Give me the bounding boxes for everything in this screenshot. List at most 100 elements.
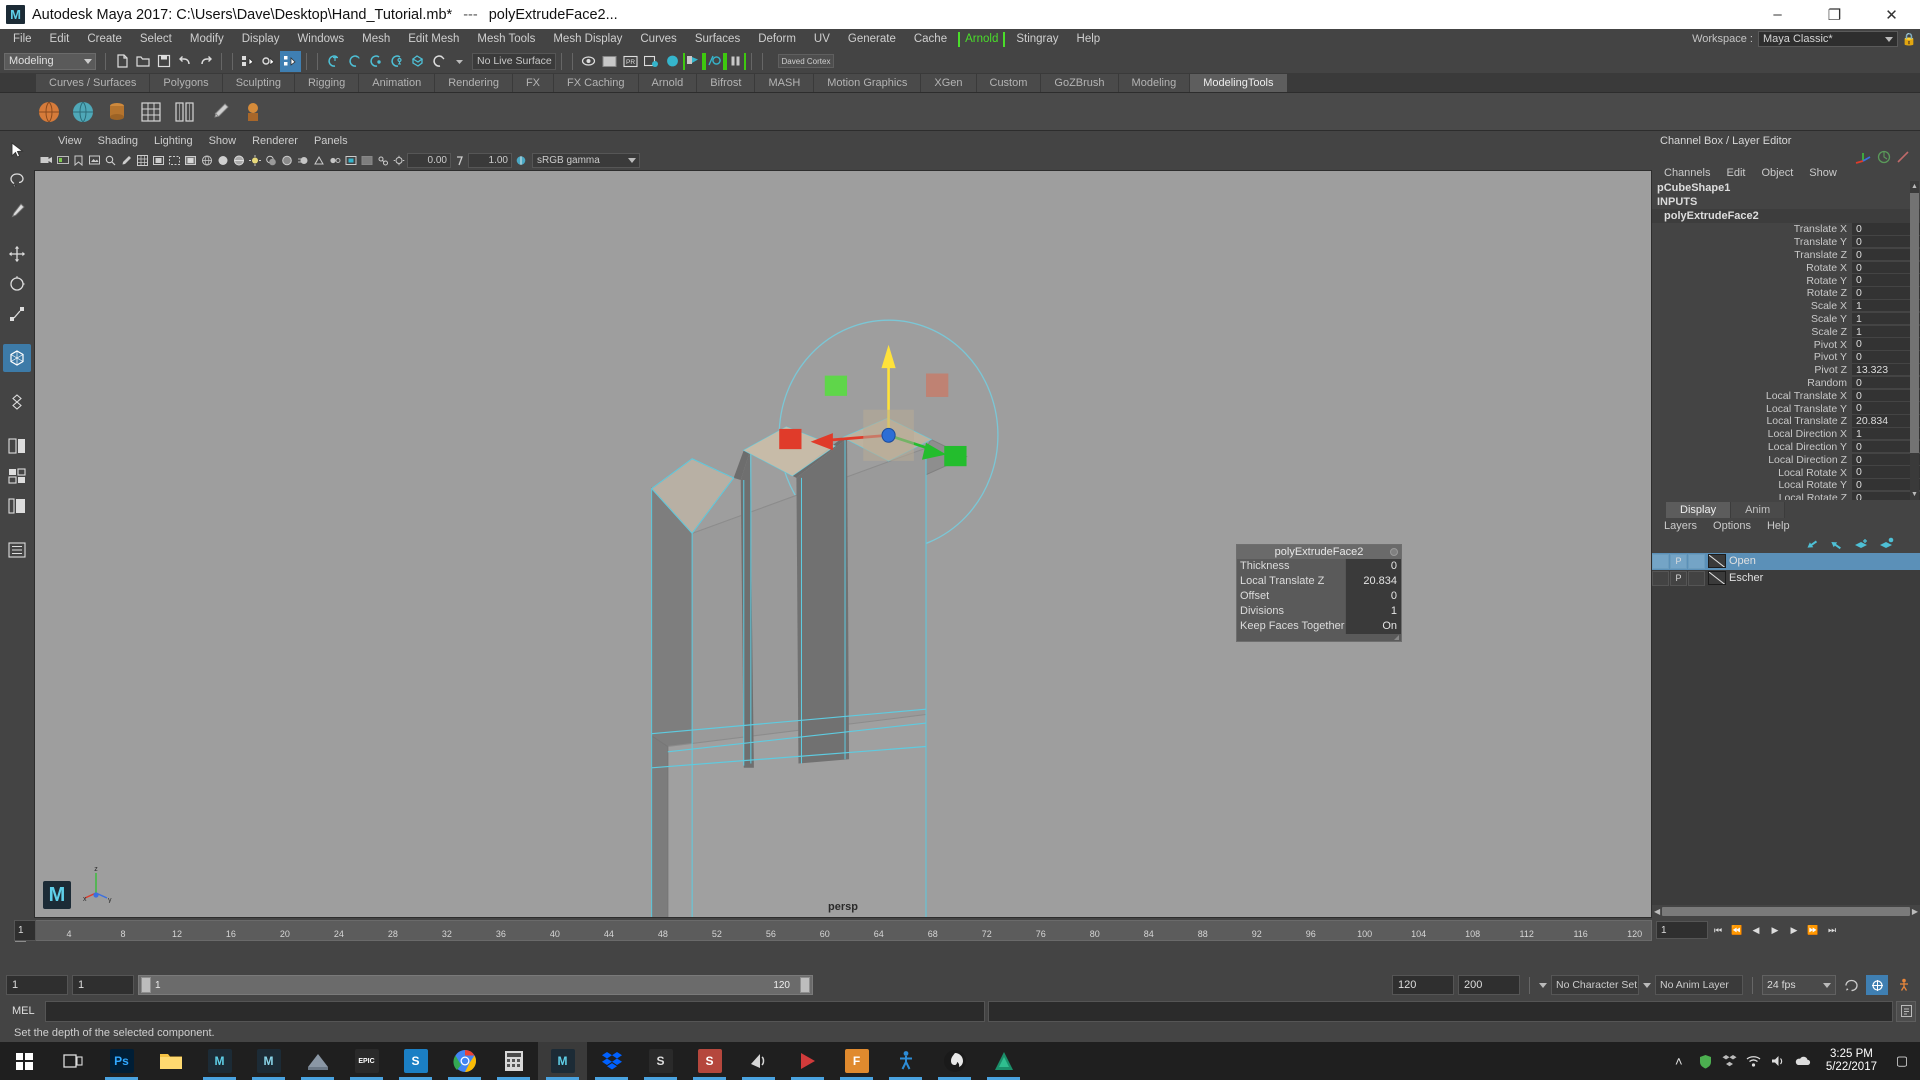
- layer-playback-toggle[interactable]: P: [1670, 553, 1687, 569]
- daved-cortex-badge[interactable]: Daved Cortex: [778, 54, 834, 68]
- layer-color-swatch[interactable]: [1708, 554, 1726, 568]
- isolate-select-icon[interactable]: [343, 152, 358, 168]
- play-backwards-button[interactable]: ◀: [1747, 921, 1765, 939]
- scroll-down-icon[interactable]: ▼: [1910, 490, 1919, 500]
- close-button[interactable]: ✕: [1863, 0, 1920, 29]
- scroll-up-icon[interactable]: ▲: [1910, 181, 1919, 191]
- network-icon[interactable]: [1746, 1054, 1761, 1068]
- smooth-shade-all-icon[interactable]: [215, 152, 230, 168]
- sculpt-target-icon[interactable]: [238, 97, 268, 127]
- channel-box-shape-node[interactable]: pCubeShape1: [1652, 181, 1920, 195]
- use-all-lights-icon[interactable]: [247, 152, 262, 168]
- tool-settings-toggle-icon[interactable]: [1896, 150, 1910, 164]
- tab-anim-layers[interactable]: Anim: [1731, 501, 1786, 518]
- tool-popup-resize-grip[interactable]: [1237, 634, 1401, 641]
- resolution-gate-icon[interactable]: [167, 152, 182, 168]
- attribute-editor-toggle-icon[interactable]: [1877, 150, 1891, 164]
- layer-color-swatch[interactable]: [1708, 571, 1726, 585]
- arnold-render-icon[interactable]: [683, 51, 704, 72]
- gate-mask-icon[interactable]: [183, 152, 198, 168]
- thickness-value[interactable]: 0: [1345, 559, 1401, 574]
- anim-layer-dropdown[interactable]: No Anim Layer: [1655, 975, 1743, 995]
- snap-to-view-planes-icon[interactable]: [407, 51, 428, 72]
- anim-layer-chevron-icon[interactable]: [1643, 982, 1651, 988]
- character-set-dropdown[interactable]: No Character Set: [1551, 975, 1639, 995]
- multi-cut-icon[interactable]: [170, 97, 200, 127]
- gamma-field[interactable]: 1.00: [468, 152, 512, 168]
- channel-menu-object[interactable]: Object: [1753, 166, 1801, 180]
- scrollbar-thumb[interactable]: [1662, 907, 1910, 916]
- screen-space-ao-icon[interactable]: [279, 152, 294, 168]
- volume-icon[interactable]: [1770, 1054, 1785, 1068]
- taskbar-substance-s[interactable]: S: [636, 1042, 685, 1080]
- shelf-tab-modeling[interactable]: Modeling: [1118, 73, 1191, 92]
- menu-edit-mesh[interactable]: Edit Mesh: [399, 31, 468, 47]
- wireframe-shading-icon[interactable]: [199, 152, 214, 168]
- menu-mesh-tools[interactable]: Mesh Tools: [468, 31, 544, 47]
- tool-popup-row[interactable]: Keep Faces Together On: [1237, 619, 1401, 634]
- step-back-frame-button[interactable]: ⏪: [1728, 921, 1746, 939]
- taskbar-substance-painter[interactable]: S: [685, 1042, 734, 1080]
- layer-row[interactable]: P Open: [1652, 552, 1920, 570]
- layer-playback-toggle[interactable]: P: [1670, 570, 1687, 586]
- channel-box-scrollbar[interactable]: ▲ ▼: [1910, 181, 1919, 500]
- go-to-end-button[interactable]: ⏭: [1823, 921, 1841, 939]
- pause-ipr-icon[interactable]: [725, 51, 746, 72]
- menu-create[interactable]: Create: [78, 31, 131, 47]
- menu-select[interactable]: Select: [131, 31, 181, 47]
- shade-wireframe-icon[interactable]: [231, 152, 246, 168]
- lasso-tool-icon[interactable]: [3, 166, 31, 194]
- anim-end-field[interactable]: 120: [1392, 975, 1454, 995]
- two-d-pan-zoom-icon[interactable]: [103, 152, 118, 168]
- shelf-tab-motion-graphics[interactable]: Motion Graphics: [814, 73, 922, 92]
- outliner-layout-icon[interactable]: [3, 536, 31, 564]
- shelf-tab-modelingtools[interactable]: ModelingTools: [1190, 73, 1288, 92]
- menu-uv[interactable]: UV: [805, 31, 839, 47]
- menu-cache[interactable]: Cache: [905, 31, 956, 47]
- character-set-chevron-icon[interactable]: [1539, 982, 1547, 988]
- cylinder-tool-icon[interactable]: [102, 97, 132, 127]
- step-forward-frame-button[interactable]: ▶: [1785, 921, 1803, 939]
- sphere-smooth-icon[interactable]: [68, 97, 98, 127]
- channel-box-toggle-icon[interactable]: [1854, 150, 1872, 164]
- depth-of-field-icon[interactable]: [327, 152, 342, 168]
- menu-deform[interactable]: Deform: [749, 31, 805, 47]
- tool-popup-row[interactable]: Divisions 1: [1237, 604, 1401, 619]
- tool-settings-popup[interactable]: polyExtrudeFace2 Thickness 0 Local Trans…: [1236, 544, 1402, 642]
- range-end-handle[interactable]: [800, 977, 810, 993]
- shelf-tab-rigging[interactable]: Rigging: [294, 73, 360, 92]
- workspace-dropdown[interactable]: Maya Classic*: [1758, 31, 1898, 47]
- scroll-left-icon[interactable]: ◀: [1654, 907, 1660, 916]
- menu-arnold[interactable]: Arnold: [956, 31, 1007, 47]
- menu-set-dropdown[interactable]: Modeling: [4, 52, 96, 70]
- command-input-field[interactable]: [45, 1000, 985, 1022]
- layer-display-type-toggle[interactable]: [1688, 553, 1705, 569]
- taskbar-chrome[interactable]: [440, 1042, 489, 1080]
- shelf-tab-curves-surfaces[interactable]: Curves / Surfaces: [36, 73, 151, 92]
- taskbar-file-explorer[interactable]: [146, 1042, 195, 1080]
- grid-tool-icon[interactable]: [136, 97, 166, 127]
- offset-value[interactable]: 0: [1345, 589, 1401, 604]
- viewport-menu-renderer[interactable]: Renderer: [244, 134, 306, 148]
- tool-popup-row[interactable]: Thickness 0: [1237, 559, 1401, 574]
- select-camera-icon[interactable]: [39, 152, 54, 168]
- select-object-icon[interactable]: [259, 51, 280, 72]
- viewport-3d-canvas[interactable]: persp z x y M: [34, 170, 1652, 918]
- animation-preferences-icon[interactable]: [1866, 975, 1888, 995]
- playback-end-field[interactable]: 200: [1458, 975, 1520, 995]
- menu-surfaces[interactable]: Surfaces: [686, 31, 749, 47]
- snap-to-grid-icon[interactable]: [323, 51, 344, 72]
- color-space-dropdown[interactable]: sRGB gamma: [532, 152, 640, 168]
- create-layer-from-selected-icon[interactable]: [1879, 537, 1894, 550]
- new-scene-icon[interactable]: [111, 51, 132, 72]
- viewport-menu-shading[interactable]: Shading: [90, 134, 146, 148]
- menu-help[interactable]: Help: [1068, 31, 1110, 47]
- current-frame-field-left[interactable]: 1: [14, 920, 36, 941]
- menu-windows[interactable]: Windows: [288, 31, 353, 47]
- snap-to-projected-center-icon[interactable]: [386, 51, 407, 72]
- move-layer-up-icon[interactable]: [1804, 537, 1819, 550]
- next-key-button[interactable]: ⏩: [1804, 921, 1822, 939]
- redo-icon[interactable]: [195, 51, 216, 72]
- taskbar-photoshop[interactable]: Ps: [97, 1042, 146, 1080]
- taskbar-calculator[interactable]: [489, 1042, 538, 1080]
